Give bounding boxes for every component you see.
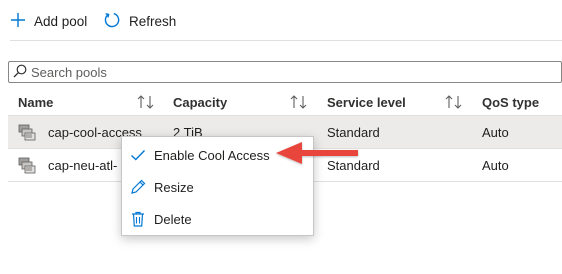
sort-icon[interactable] [137,94,155,110]
search-box[interactable] [8,61,562,83]
sort-icon[interactable] [445,94,463,110]
column-header-capacity[interactable]: Capacity [173,95,227,110]
column-header-qos-type[interactable]: QoS type [482,95,539,110]
add-pool-button[interactable]: Add pool [10,10,87,32]
refresh-label: Refresh [129,13,177,29]
menu-item-delete[interactable]: Delete [122,203,313,235]
pencil-icon [129,178,147,196]
search-icon [13,64,27,81]
trash-icon [129,210,147,228]
pool-qos-type: Auto [482,158,509,173]
column-header-service-level[interactable]: Service level [327,95,406,110]
capacity-pool-icon [18,123,36,141]
table-header: Name Capacity Service level QoS type [8,88,562,116]
column-header-name[interactable]: Name [18,95,53,110]
checkmark-icon [129,146,147,164]
refresh-icon [103,11,121,32]
plus-icon [10,12,26,31]
command-bar: Add pool Refresh [0,0,562,42]
toolbar-divider [10,40,562,41]
search-input[interactable] [31,64,431,80]
menu-item-label: Resize [154,180,194,195]
pool-qos-type: Auto [482,125,509,140]
refresh-button[interactable]: Refresh [103,10,176,32]
add-pool-label: Add pool [34,13,88,29]
menu-item-label: Enable Cool Access [154,148,270,163]
callout-arrow-icon [276,142,358,164]
menu-item-label: Delete [154,212,192,227]
pool-name[interactable]: cap-neu-atl- [48,158,117,173]
sort-icon[interactable] [290,94,308,110]
menu-item-resize[interactable]: Resize [122,171,313,203]
capacity-pool-icon [18,156,36,174]
